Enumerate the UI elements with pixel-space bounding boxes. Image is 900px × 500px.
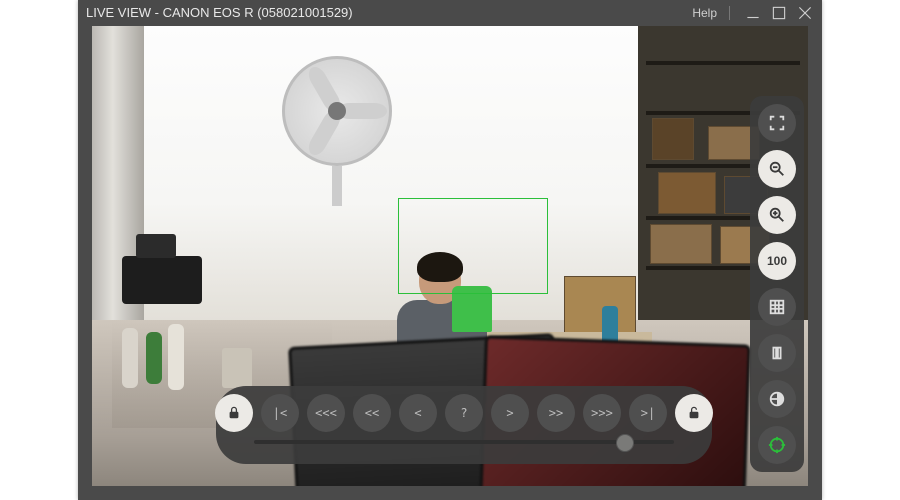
focus-lock-far-button[interactable]: [675, 394, 713, 432]
target-button[interactable]: [758, 426, 796, 464]
focus-slider-knob[interactable]: [616, 434, 634, 452]
zoom-level-button[interactable]: 100: [758, 242, 796, 280]
focus-rrr-button[interactable]: <<<: [307, 394, 345, 432]
minimize-button[interactable]: [744, 4, 762, 22]
wall-fan: [282, 56, 392, 166]
focus-lock-near-button[interactable]: [215, 394, 253, 432]
help-link[interactable]: Help: [692, 0, 717, 26]
focus-rr-button[interactable]: <<: [353, 394, 391, 432]
live-view-viewport[interactable]: 100 |<: [92, 26, 808, 486]
exposure-button[interactable]: [758, 380, 796, 418]
focus-first-button[interactable]: |<: [261, 394, 299, 432]
printer: [122, 256, 202, 304]
close-button[interactable]: [796, 4, 814, 22]
grid-button[interactable]: [758, 288, 796, 326]
focus-rectangle[interactable]: [398, 198, 548, 294]
titlebar-separator: [729, 6, 730, 20]
pause-button[interactable]: [758, 334, 796, 372]
focus-f-button[interactable]: >: [491, 394, 529, 432]
maximize-button[interactable]: [770, 4, 788, 22]
titlebar: LIVE VIEW - CANON EOS R (058021001529) H…: [78, 0, 822, 26]
focus-r-button[interactable]: <: [399, 394, 437, 432]
side-toolbar: 100: [750, 96, 804, 472]
focus-fff-button[interactable]: >>>: [583, 394, 621, 432]
live-view-window: LIVE VIEW - CANON EOS R (058021001529) H…: [78, 0, 822, 500]
zoom-in-button[interactable]: [758, 196, 796, 234]
focus-slider[interactable]: [254, 440, 674, 444]
fullscreen-button[interactable]: [758, 104, 796, 142]
window-title: LIVE VIEW - CANON EOS R (058021001529): [86, 0, 692, 26]
focus-center-button[interactable]: ?: [445, 394, 483, 432]
focus-last-button[interactable]: >|: [629, 394, 667, 432]
focus-ff-button[interactable]: >>: [537, 394, 575, 432]
zoom-out-button[interactable]: [758, 150, 796, 188]
bottom-toolbar: |< <<< << < ? > >> >>> >|: [216, 386, 712, 464]
